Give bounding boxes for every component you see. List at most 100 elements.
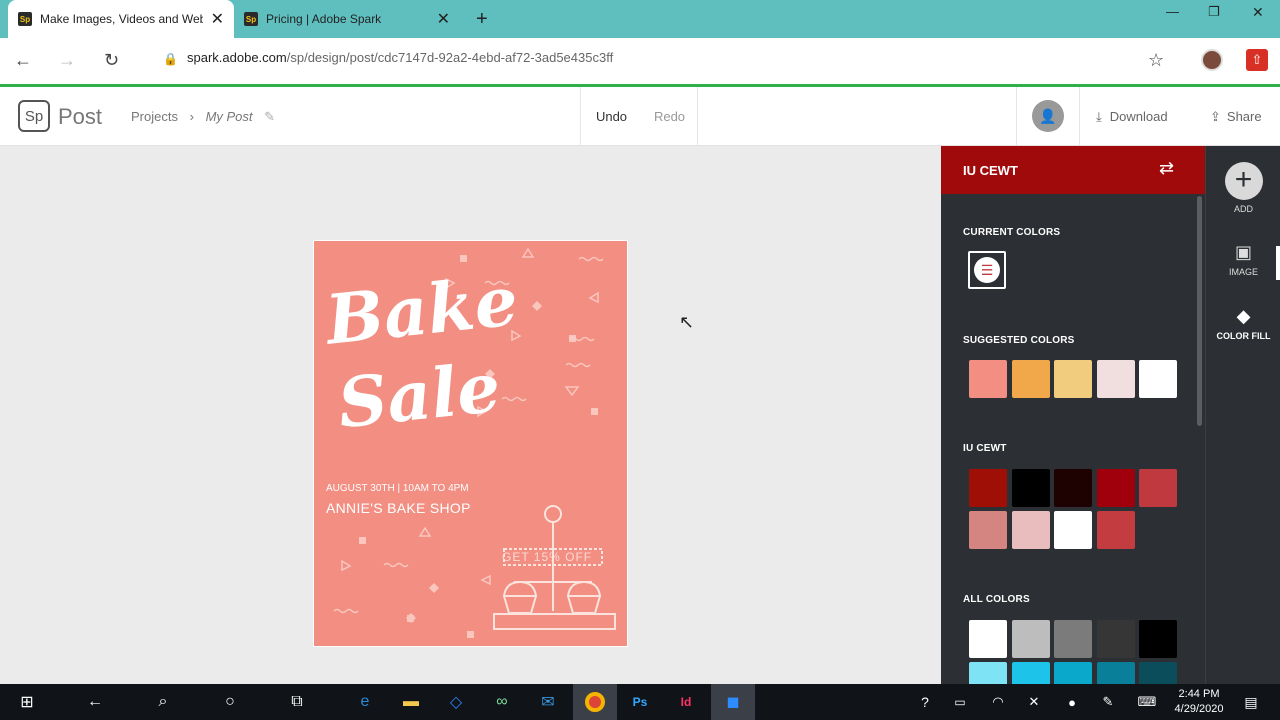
all-color-swatch[interactable] (1054, 620, 1092, 658)
poster-promo-text[interactable]: GET 15% OFF (502, 550, 592, 564)
edge-icon[interactable]: e (350, 684, 380, 720)
taskbar-search-icon[interactable]: ⌕ (148, 684, 178, 720)
theme-color-swatch[interactable] (969, 469, 1007, 507)
microphone-icon[interactable]: ● (1060, 684, 1084, 720)
breadcrumb-projects-link[interactable]: Projects (131, 109, 178, 124)
extension-icon[interactable]: ⇧ (1246, 49, 1268, 71)
all-color-swatch[interactable] (1096, 662, 1135, 684)
all-color-swatch[interactable] (1011, 662, 1050, 684)
theme-color-swatch[interactable] (1011, 469, 1050, 507)
url-host: spark.adobe.com (187, 50, 287, 65)
tab-close-icon[interactable]: ✕ (211, 9, 224, 29)
tab-close-icon[interactable]: ✕ (437, 9, 450, 29)
color-fill-button[interactable]: ◆ COLOR FILL (1206, 306, 1280, 341)
keyboard-icon[interactable]: ⌨ (1134, 684, 1160, 720)
poster-title-sale[interactable]: Sale (334, 348, 504, 445)
mail-icon[interactable]: ✉ (533, 684, 563, 720)
infinity-app-icon[interactable]: ∞ (487, 684, 517, 720)
tab-pricing[interactable]: Sp Pricing | Adobe Spark ✕ (234, 0, 460, 38)
clock-date: 4/29/2020 (1174, 703, 1224, 715)
poster-shop-text[interactable]: ANNIE'S BAKE SHOP (326, 500, 471, 516)
indesign-icon[interactable]: Id (671, 684, 701, 720)
url-field[interactable]: spark.adobe.com/sp/design/post/cdc7147d-… (187, 50, 613, 65)
theme-color-swatch[interactable] (1054, 469, 1092, 507)
suggested-colors-label: SUGGESTED COLORS (963, 335, 1075, 346)
theme-color-swatch[interactable] (969, 511, 1007, 549)
system-clock[interactable]: 2:44 PM 4/29/2020 (1168, 687, 1230, 717)
color-panel: IU CEWT ⇄ CURRENT COLORS ☰ SUGGESTED COL… (941, 146, 1205, 684)
task-view-icon[interactable]: ⧉ (282, 684, 312, 720)
app-header: Sp Post Projects › My Post ✎ Undo Redo 👤… (0, 87, 1280, 146)
theme-colors-label: IU CEWT (963, 443, 1007, 454)
cortana-icon[interactable]: ○ (215, 684, 245, 720)
all-color-swatch[interactable] (969, 662, 1007, 684)
photoshop-icon[interactable]: Ps (625, 684, 655, 720)
window-close-icon[interactable]: ✕ (1252, 4, 1264, 21)
chrome-taskbar-icon[interactable] (573, 684, 617, 720)
all-color-swatch[interactable] (1011, 620, 1050, 658)
profile-avatar[interactable] (1201, 49, 1223, 71)
zoom-icon[interactable]: ◼ (711, 684, 755, 720)
download-button[interactable]: ⤓ Download (1096, 109, 1168, 125)
project-title[interactable]: My Post (206, 109, 253, 124)
suggested-color-swatch[interactable] (1054, 360, 1092, 398)
theme-color-swatch[interactable] (1096, 469, 1135, 507)
help-icon[interactable]: ? (912, 684, 938, 720)
adobe-spark-favicon-icon: Sp (244, 12, 258, 26)
color-fill-label: COLOR FILL (1216, 331, 1271, 341)
theme-color-swatch[interactable] (1096, 511, 1135, 549)
current-color-swatch[interactable]: ☰ (968, 251, 1006, 289)
all-color-swatch[interactable] (1139, 662, 1177, 684)
forward-icon[interactable]: → (58, 50, 76, 71)
all-color-swatch[interactable] (1096, 620, 1135, 658)
swap-theme-icon[interactable]: ⇄ (1159, 158, 1174, 179)
wifi-icon[interactable]: ◠ (986, 684, 1010, 720)
all-color-swatch[interactable] (1139, 620, 1177, 658)
tab-spark-editor[interactable]: Sp Make Images, Videos and Web ✕ (8, 0, 234, 38)
app-name: Post (58, 104, 103, 129)
panel-scrollbar[interactable] (1197, 196, 1202, 426)
download-icon: ⤓ (1096, 109, 1102, 124)
taskbar-back-icon[interactable]: ← (80, 684, 110, 720)
share-button[interactable]: ⇪ Share (1210, 109, 1262, 125)
lock-icon: 🔒 (163, 52, 178, 66)
notifications-icon[interactable]: ▤ (1238, 684, 1264, 720)
image-label: IMAGE (1228, 267, 1258, 277)
battery-icon[interactable]: ▭ (948, 684, 972, 720)
poster-date-text[interactable]: AUGUST 30TH | 10AM TO 4PM (326, 483, 469, 494)
image-button[interactable]: ▣ IMAGE (1206, 242, 1280, 277)
reload-icon[interactable]: ↻ (104, 50, 119, 71)
suggested-color-swatch[interactable] (1096, 360, 1135, 398)
add-button[interactable]: + ADD (1206, 162, 1280, 214)
poster-artboard[interactable]: Bake Sale AUGUST 30TH | 10AM TO 4PM ANNI… (313, 240, 628, 647)
all-color-swatch[interactable] (969, 620, 1007, 658)
edit-pencil-icon[interactable]: ✎ (264, 109, 275, 124)
file-explorer-icon[interactable]: ▬ (396, 684, 426, 720)
volume-muted-icon[interactable]: ✕ (1022, 684, 1046, 720)
back-icon[interactable]: ← (14, 50, 32, 71)
theme-color-swatch[interactable] (1139, 469, 1177, 507)
plus-circle-icon: + (1224, 162, 1263, 200)
pen-icon[interactable]: ✎ (1096, 684, 1120, 720)
tool-rail: + ADD ▣ IMAGE ◆ COLOR FILL (1205, 146, 1280, 684)
undo-button[interactable]: Undo (580, 87, 642, 145)
suggested-color-swatch[interactable] (1139, 360, 1177, 398)
restore-icon[interactable]: ❐ (1208, 4, 1220, 20)
theme-color-swatch[interactable] (1054, 511, 1092, 549)
suggested-color-swatch[interactable] (1011, 360, 1050, 398)
share-icon: ⇪ (1210, 109, 1221, 124)
suggested-color-swatch[interactable] (969, 360, 1007, 398)
redo-button[interactable]: Redo (642, 87, 698, 145)
new-tab-button[interactable]: + (466, 0, 496, 38)
minimize-icon[interactable]: — (1166, 4, 1179, 19)
theme-color-swatch[interactable] (1011, 511, 1050, 549)
bookmark-star-icon[interactable]: ☆ (1148, 50, 1164, 71)
download-label: Download (1109, 109, 1168, 124)
dropbox-icon[interactable]: ◇ (441, 684, 471, 720)
all-color-swatch[interactable] (1054, 662, 1092, 684)
clock-time: 2:44 PM (1178, 688, 1220, 700)
windows-start-icon[interactable]: ⊞ (12, 684, 42, 720)
invite-collaborator-button[interactable]: 👤 (1016, 87, 1080, 145)
spark-logo[interactable]: Sp (18, 100, 50, 132)
add-person-icon: 👤 (1032, 100, 1064, 132)
